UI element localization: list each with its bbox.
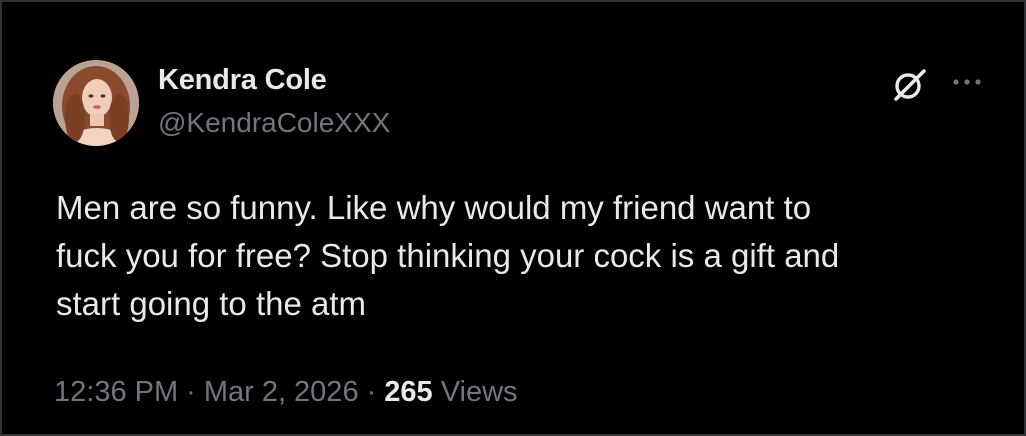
author-handle[interactable]: @KendraColeXXX xyxy=(158,107,390,139)
tweet-time[interactable]: 12:36 PM xyxy=(54,376,178,408)
separator: · xyxy=(186,376,196,408)
tweet-meta: 12:36 PM · Mar 2, 2026 · 265 Views xyxy=(54,376,518,409)
profile-photo-icon xyxy=(53,60,139,146)
tweet-date[interactable]: Mar 2, 2026 xyxy=(204,376,359,408)
tweet-text: Men are so funny. Like why would my frie… xyxy=(56,189,840,322)
grok-icon[interactable] xyxy=(889,65,929,105)
tweet-card: Kendra Cole @KendraColeXXX Men are so fu… xyxy=(0,0,1026,436)
views-label: Views xyxy=(440,376,518,408)
more-options-icon[interactable] xyxy=(948,74,988,90)
views-count[interactable]: 265 xyxy=(384,376,432,408)
avatar[interactable] xyxy=(53,60,139,146)
separator: · xyxy=(366,376,377,408)
author-display-name[interactable]: Kendra Cole xyxy=(158,64,327,97)
